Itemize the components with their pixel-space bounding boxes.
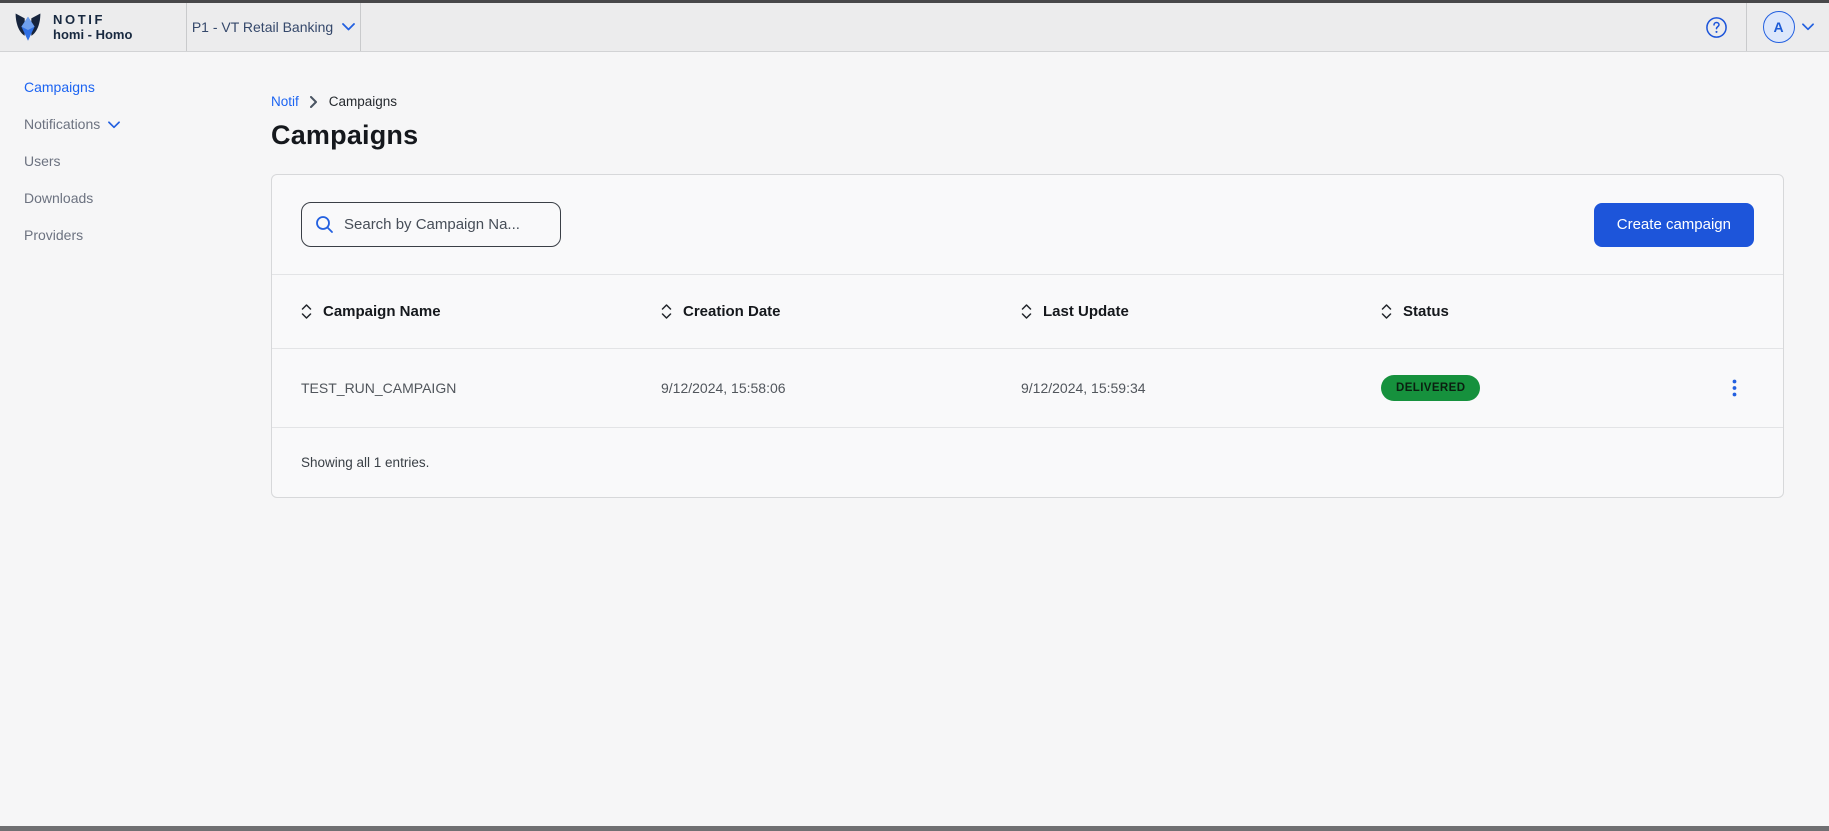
chevron-down-icon: [342, 23, 355, 31]
table-row: TEST_RUN_CAMPAIGN 9/12/2024, 15:58:06 9/…: [272, 348, 1783, 427]
avatar-initial: A: [1773, 19, 1783, 35]
sort-icon: [1021, 304, 1032, 319]
cell-status: DELIVERED: [1381, 375, 1714, 401]
account-menu[interactable]: A: [1746, 3, 1829, 51]
sidebar-item-label: Campaigns: [24, 78, 95, 97]
sort-icon: [1381, 304, 1392, 319]
chevron-down-icon: [108, 121, 120, 129]
column-header-campaign-name[interactable]: Campaign Name: [301, 303, 661, 320]
screen-bottom-edge: [0, 826, 1829, 831]
top-bar: NOTIF homi - Homo P1 - VT Retail Banking…: [0, 3, 1829, 52]
chevron-down-icon: [1802, 23, 1814, 31]
brand: NOTIF homi - Homo: [0, 3, 187, 51]
column-header-label: Campaign Name: [323, 303, 441, 320]
avatar[interactable]: A: [1763, 11, 1795, 43]
page-title: Campaigns: [271, 120, 1784, 151]
cell-campaign-name: TEST_RUN_CAMPAIGN: [301, 380, 661, 396]
brand-name: NOTIF: [53, 12, 132, 27]
brand-text: NOTIF homi - Homo: [53, 12, 132, 42]
project-selector-label: P1 - VT Retail Banking: [192, 19, 333, 35]
sort-icon: [301, 304, 312, 319]
column-header-creation-date[interactable]: Creation Date: [661, 303, 1021, 320]
sidebar-item-label: Providers: [24, 226, 83, 245]
topbar-spacer: [361, 3, 1703, 51]
cell-last-update: 9/12/2024, 15:59:34: [1021, 380, 1381, 396]
search-icon: [315, 215, 334, 234]
project-selector-dropdown[interactable]: P1 - VT Retail Banking: [187, 3, 361, 51]
breadcrumb: Notif Campaigns: [271, 94, 1784, 109]
sidebar-item-label: Users: [24, 152, 61, 171]
column-header-label: Creation Date: [683, 303, 781, 320]
campaigns-panel: Create campaign Campaign Name Creation D…: [271, 174, 1784, 498]
create-campaign-button[interactable]: Create campaign: [1594, 203, 1754, 247]
breadcrumb-current: Campaigns: [329, 94, 397, 109]
panel-toolbar: Create campaign: [272, 175, 1783, 274]
column-header-last-update[interactable]: Last Update: [1021, 303, 1381, 320]
table-header-row: Campaign Name Creation Date Last Update …: [272, 274, 1783, 348]
row-actions-kebab-button[interactable]: [1728, 375, 1741, 401]
column-header-label: Status: [1403, 303, 1449, 320]
sidebar-item-providers[interactable]: Providers: [0, 217, 270, 254]
cell-creation-date: 9/12/2024, 15:58:06: [661, 380, 1021, 396]
sort-icon: [661, 304, 672, 319]
column-header-status[interactable]: Status: [1381, 303, 1714, 320]
search-input[interactable]: [344, 216, 547, 233]
sidebar-item-label: Notifications: [24, 115, 100, 134]
sidebar-item-campaigns[interactable]: Campaigns: [0, 69, 270, 106]
sidebar-item-label: Downloads: [24, 189, 93, 208]
status-badge: DELIVERED: [1381, 375, 1480, 401]
help-icon: [1705, 16, 1728, 39]
screen-top-edge: [0, 0, 1829, 3]
breadcrumb-link-notif[interactable]: Notif: [271, 94, 299, 109]
sidebar-item-users[interactable]: Users: [0, 143, 270, 180]
sidebar-item-downloads[interactable]: Downloads: [0, 180, 270, 217]
brand-subtitle: homi - Homo: [53, 27, 132, 42]
sidebar: Campaigns Notifications Users Downloads …: [0, 53, 270, 254]
sidebar-item-notifications[interactable]: Notifications: [0, 106, 270, 143]
entries-count-text: Showing all 1 entries.: [301, 455, 429, 470]
help-button[interactable]: [1703, 14, 1729, 40]
search-box[interactable]: [301, 202, 561, 247]
table-footer: Showing all 1 entries.: [272, 427, 1783, 497]
chevron-right-icon: [310, 96, 318, 108]
main-content: Notif Campaigns Campaigns Create campaig…: [271, 52, 1784, 498]
column-header-label: Last Update: [1043, 303, 1129, 320]
notif-logo-icon: [13, 11, 43, 44]
